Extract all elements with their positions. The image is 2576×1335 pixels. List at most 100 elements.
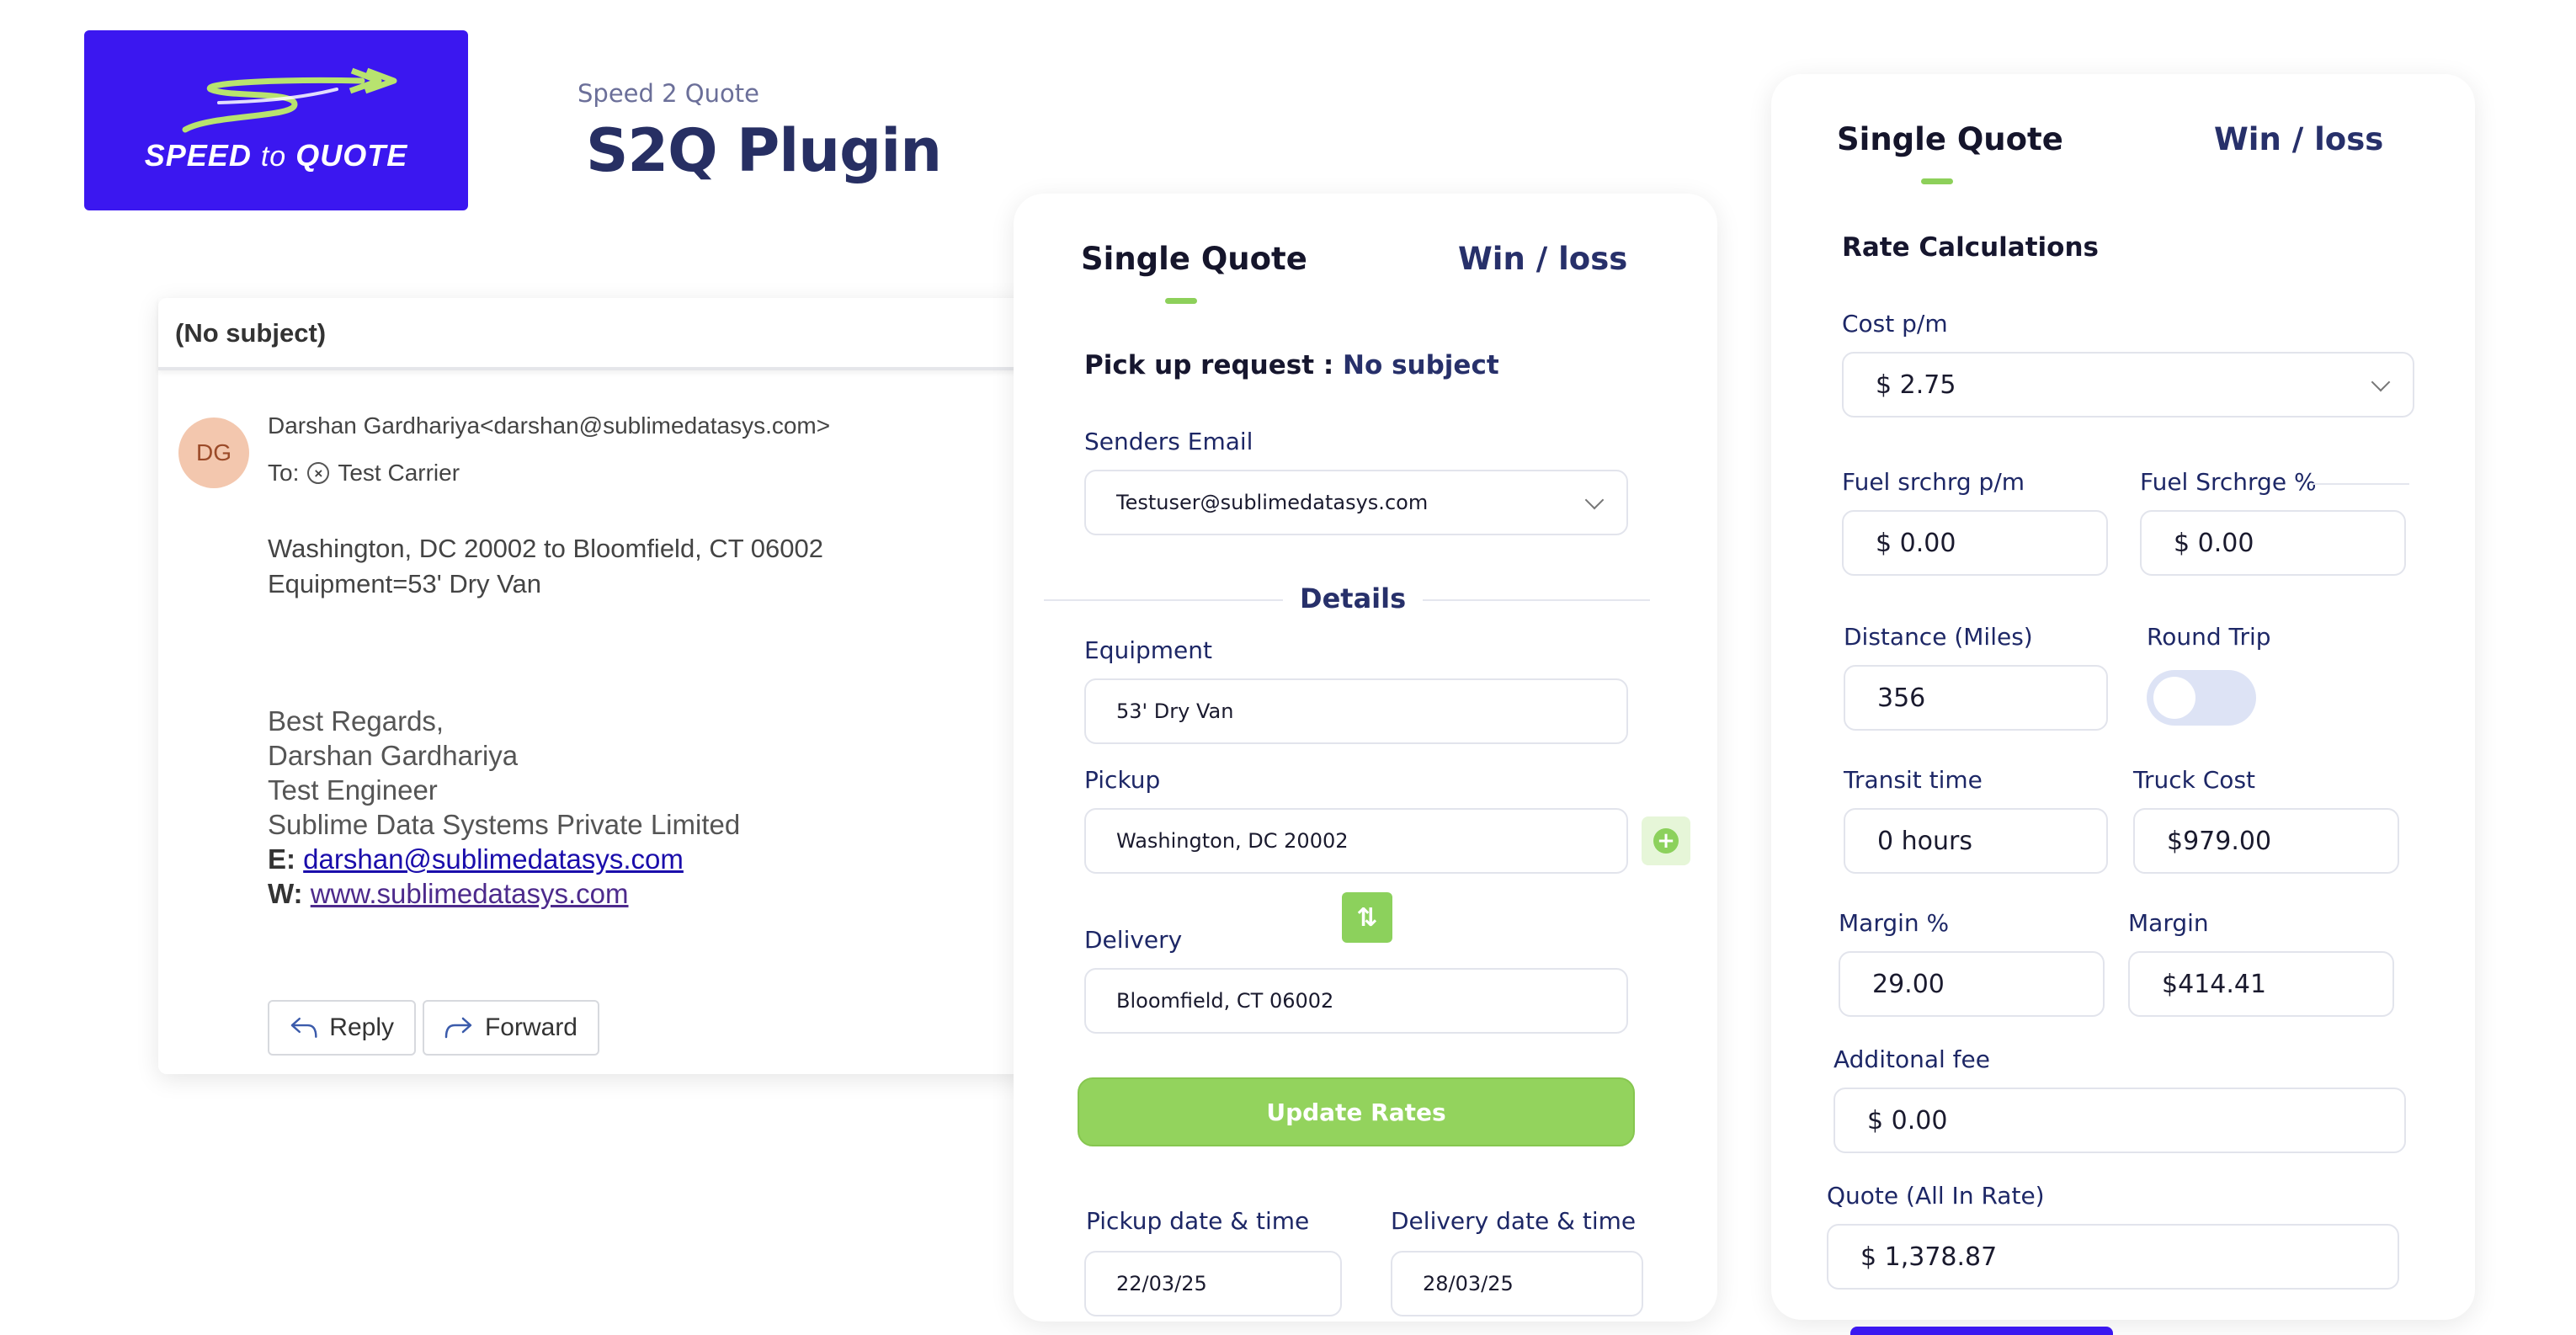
signature-email-label: E: [268,843,295,875]
transit-time-field[interactable]: 0 hours [1844,808,2108,874]
delivery-value: Bloomfield, CT 06002 [1116,989,1334,1013]
email-subject-bar: (No subject) [158,298,1034,370]
rate-calculations-heading: Rate Calculations [1842,232,2099,263]
pickup-request-label: Pick up request : [1084,350,1334,380]
pickup-value: Washington, DC 20002 [1116,829,1349,853]
cost-per-mile-label: Cost p/m [1842,310,1948,338]
reply-button[interactable]: Reply [268,1000,416,1056]
email-body-line: Equipment=53' Dry Van [268,569,542,598]
quote-panel: Single Quote Win / loss Pick up request … [1014,194,1717,1322]
email-preview-panel: (No subject) DG Darshan Gardhariya<darsh… [158,298,1034,1074]
swap-locations-button[interactable]: ⇅ [1342,892,1392,943]
margin-field[interactable]: $414.41 [2128,951,2394,1017]
app-subtitle: Speed 2 Quote [577,79,759,108]
signature-line: Darshan Gardhariya [268,740,519,771]
pickup-field[interactable]: Washington, DC 20002 [1084,808,1628,874]
reply-label: Reply [329,1013,394,1041]
fuel-surcharge-pct-field[interactable]: $ 0.00 [2140,510,2406,576]
signature-web-row: W: www.sublimedatasys.com [268,878,629,910]
round-trip-label: Round Trip [2147,623,2271,651]
forward-label: Forward [484,1013,577,1041]
logo-text-speed: SPEED [144,138,252,173]
delivery-datetime-field[interactable]: 28/03/25 [1391,1251,1643,1316]
truck-cost-field[interactable]: $979.00 [2133,808,2399,874]
quote-all-in-label: Quote (All In Rate) [1827,1182,2045,1210]
email-body-line: Washington, DC 20002 to Bloomfield, CT 0… [268,534,823,563]
quote-all-in-field[interactable]: $ 1,378.87 [1827,1224,2399,1290]
senders-email-label: Senders Email [1084,428,1253,455]
pickup-datetime-label: Pickup date & time [1086,1207,1310,1235]
pickup-datetime-field[interactable]: 22/03/25 [1084,1251,1342,1316]
fuel-surcharge-pct-value: $ 0.00 [2174,528,2254,558]
round-trip-toggle[interactable] [2147,670,2256,726]
chevron-down-icon [2371,372,2391,392]
signature-web-link[interactable]: www.sublimedatasys.com [311,878,629,909]
tab-single-quote[interactable]: Single Quote [1081,241,1307,277]
equipment-value: 53' Dry Van [1116,699,1234,723]
margin-percent-label: Margin % [1839,909,1950,937]
delivery-field[interactable]: Bloomfield, CT 06002 [1084,968,1628,1034]
distance-value: 356 [1877,683,1926,713]
to-label: To: [268,460,300,486]
distance-label: Distance (Miles) [1844,623,2033,651]
senders-email-select[interactable]: Testuser@sublimedatasys.com [1084,470,1628,535]
label-divider [2312,483,2409,485]
swoosh-logo-icon [182,67,397,133]
signature-web-label: W: [268,878,303,909]
chevron-down-icon [1584,490,1605,510]
tab-win-loss[interactable]: Win / loss [2214,121,2383,157]
logo-text-quote: QUOTE [295,138,408,173]
senders-email-value: Testuser@sublimedatasys.com [1116,491,1429,514]
truck-cost-label: Truck Cost [2133,766,2256,794]
distance-field[interactable]: 356 [1844,665,2108,731]
forward-icon [444,1017,472,1039]
transit-time-value: 0 hours [1877,826,1972,856]
swap-icon: ⇅ [1356,902,1378,933]
plus-icon: + [1653,828,1679,854]
fuel-surcharge-pct-label: Fuel Srchrge % [2140,468,2317,496]
equipment-field[interactable]: 53' Dry Van [1084,678,1628,744]
speed-to-quote-logo: SPEED to QUOTE [84,30,468,210]
tab-single-quote[interactable]: Single Quote [1837,121,2063,157]
fuel-surcharge-pm-value: $ 0.00 [1876,528,1956,558]
active-tab-indicator [1165,298,1197,304]
page-title: S2Q Plugin [586,116,942,185]
add-stop-button[interactable]: + [1642,816,1690,865]
fuel-surcharge-pm-field[interactable]: $ 0.00 [1842,510,2108,576]
cost-per-mile-value: $ 2.75 [1876,370,1956,400]
signature-line: Best Regards, [268,705,444,737]
additional-fee-field[interactable]: $ 0.00 [1834,1088,2406,1153]
signature-line: Sublime Data Systems Private Limited [268,809,741,840]
reply-icon [290,1018,317,1038]
delivery-datetime-value: 28/03/25 [1423,1272,1514,1295]
margin-value: $414.41 [2162,969,2267,999]
email-subject: (No subject) [175,318,327,348]
signature-email-row: E: darshan@sublimedatasys.com [268,843,684,875]
update-rates-button[interactable]: Update Rates [1078,1077,1635,1146]
cost-per-mile-select[interactable]: $ 2.75 [1842,352,2414,418]
remove-icon[interactable]: × [307,462,330,484]
equipment-label: Equipment [1084,636,1212,664]
delivery-label: Delivery [1084,926,1183,954]
margin-percent-field[interactable]: 29.00 [1839,951,2105,1017]
forward-button[interactable]: Forward [423,1000,599,1056]
tab-win-loss[interactable]: Win / loss [1458,241,1627,277]
truck-cost-value: $979.00 [2167,826,2272,856]
rate-calculation-panel: Single Quote Win / loss Rate Calculation… [1771,74,2475,1335]
quote-all-in-value: $ 1,378.87 [1860,1242,1998,1272]
transit-time-label: Transit time [1844,766,1983,794]
to-recipient[interactable]: Test Carrier [338,460,460,487]
pickup-datetime-value: 22/03/25 [1116,1272,1207,1295]
logo-text-to: to [260,141,287,173]
pickup-request-value: No subject [1343,350,1499,380]
signature-email-link[interactable]: darshan@sublimedatasys.com [303,843,684,875]
additional-fee-value: $ 0.00 [1867,1105,1948,1136]
signature-line: Test Engineer [268,774,438,806]
primary-action-button[interactable] [1850,1327,2113,1335]
fuel-surcharge-pm-label: Fuel srchrg p/m [1842,468,2025,496]
additional-fee-label: Additonal fee [1834,1045,1990,1073]
margin-percent-value: 29.00 [1872,969,1945,999]
pickup-request-heading: Pick up request : No subject [1084,350,1499,380]
email-sender[interactable]: Darshan Gardhariya<darshan@sublimedatasy… [268,412,830,439]
active-tab-indicator [1921,178,1953,184]
